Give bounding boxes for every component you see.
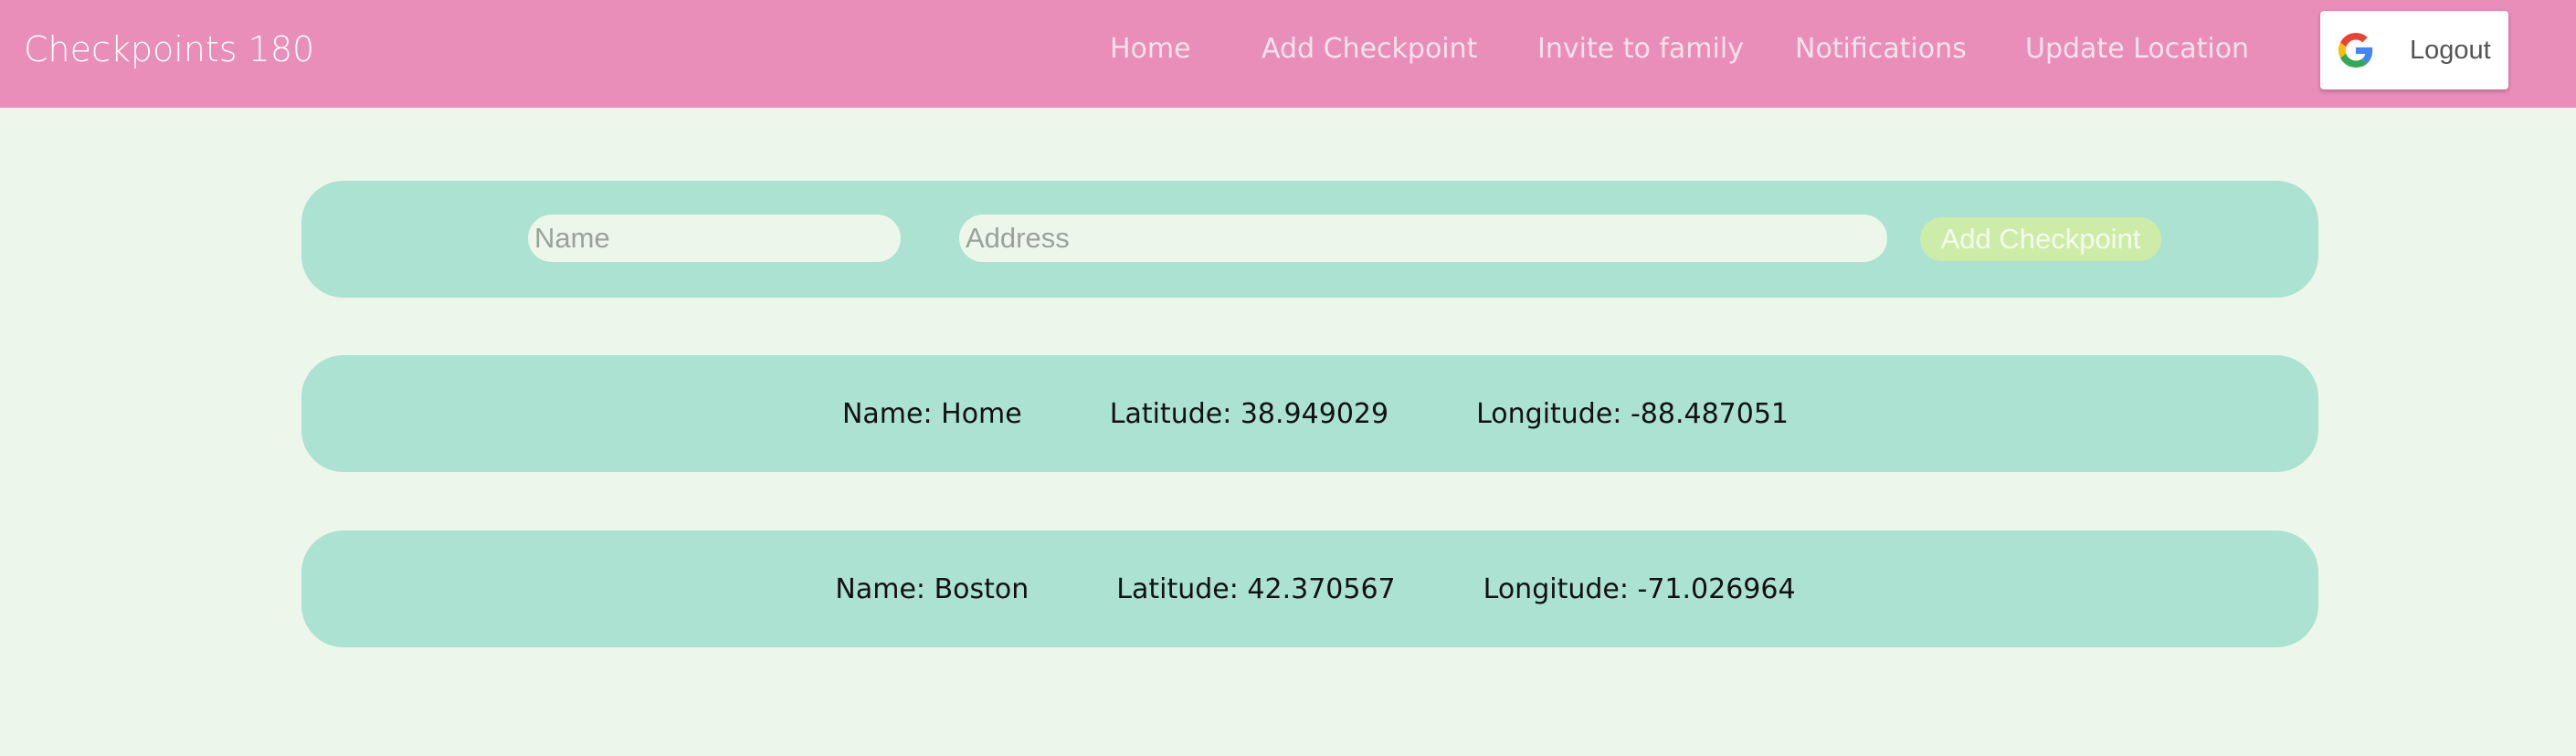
nav-link-notifications[interactable]: Notifications <box>1795 31 1967 68</box>
checkpoint-longitude: Longitude: -88.487051 <box>1476 397 1789 430</box>
checkpoint-card: Name: Boston Latitude: 42.370567 Longitu… <box>301 530 2318 647</box>
checkpoint-details: Name: Home Latitude: 38.949029 Longitude… <box>301 355 2318 472</box>
nav-link-invite-to-family[interactable]: Invite to family <box>1537 31 1744 68</box>
checkpoint-latitude: Latitude: 38.949029 <box>1109 397 1389 430</box>
checkpoint-name: Name: Home <box>841 397 1022 430</box>
logout-label: Logout <box>2410 36 2491 65</box>
checkpoint-latitude: Latitude: 42.370567 <box>1116 572 1396 605</box>
nav-link-add-checkpoint[interactable]: Add Checkpoint <box>1262 31 1477 68</box>
logout-button[interactable]: Logout <box>2320 11 2508 89</box>
name-input[interactable] <box>528 215 901 262</box>
google-g-icon <box>2338 33 2373 68</box>
navbar: Checkpoints 180 Home Add Checkpoint Invi… <box>0 0 2576 108</box>
nav-link-home[interactable]: Home <box>1110 31 1191 68</box>
checkpoint-name: Name: Boston <box>835 572 1029 605</box>
add-checkpoint-form: Add Checkpoint <box>301 181 2318 298</box>
checkpoint-card: Name: Home Latitude: 38.949029 Longitude… <box>301 355 2318 472</box>
nav-link-update-location[interactable]: Update Location <box>2025 31 2249 68</box>
checkpoint-longitude: Longitude: -71.026964 <box>1483 572 1796 605</box>
checkpoint-details: Name: Boston Latitude: 42.370567 Longitu… <box>301 530 2318 647</box>
brand-title[interactable]: Checkpoints 180 <box>24 26 314 73</box>
add-checkpoint-button[interactable]: Add Checkpoint <box>1920 217 2161 261</box>
address-input[interactable] <box>959 215 1887 262</box>
